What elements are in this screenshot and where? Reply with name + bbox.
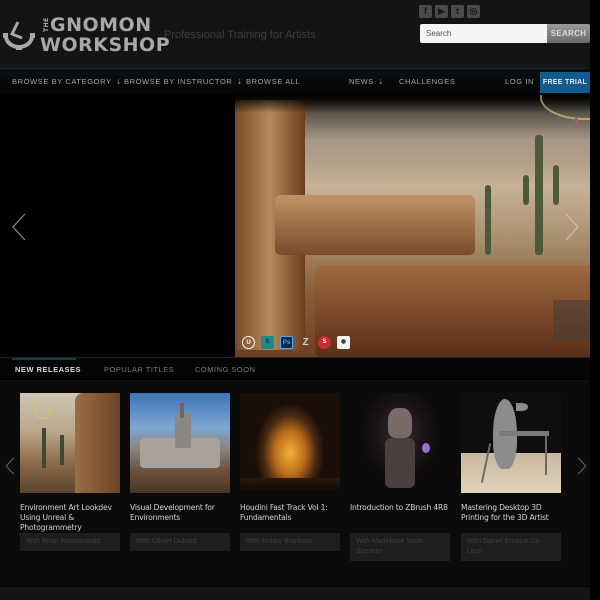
course-title[interactable]: Visual Development for Environments [130, 503, 230, 531]
dropdown-arrow-icon: ⇣ [236, 79, 243, 86]
hero-prev-button[interactable] [11, 212, 27, 242]
free-trial-button[interactable]: FREE TRIAL [540, 72, 590, 93]
course-card[interactable]: Introduction to ZBrush 4R8 With Madelein… [350, 393, 450, 561]
hero-next-backdrop [553, 300, 591, 340]
tab-new-releases[interactable]: NEW RELEASES [15, 365, 81, 374]
course-card[interactable]: Houdini Fast Track Vol 1: Fundamentals W… [240, 393, 340, 551]
dropdown-arrow-icon: ⇣ [377, 79, 385, 86]
course-author: With Olivier Dubard [130, 533, 230, 551]
carousel-prev-button[interactable] [5, 456, 21, 486]
nav-browse-all[interactable]: BROWSE ALL [246, 77, 300, 86]
gear-logo-icon [3, 21, 35, 50]
course-card[interactable]: Visual Development for Environments With… [130, 393, 230, 551]
page-scrollbar[interactable] [590, 0, 600, 600]
hero-cactus [553, 165, 559, 205]
youtube-icon[interactable]: ▶ [435, 5, 448, 18]
nav-news[interactable]: NEWS ⇣ [349, 77, 384, 86]
course-thumbnail[interactable] [20, 393, 120, 493]
course-thumbnail[interactable] [461, 393, 561, 493]
hero-cactus [485, 185, 491, 255]
zbrush-icon: Z [302, 337, 309, 348]
course-author: With Madeleine Scott-Spencer [350, 533, 450, 561]
course-title[interactable]: Mastering Desktop 3D Printing for the 3D… [461, 503, 561, 531]
tagline: Professional Training for Artists [164, 29, 316, 41]
main-nav: BROWSE BY CATEGORY ⇣ BROWSE BY INSTRUCTOR… [0, 68, 590, 94]
search-input[interactable] [420, 24, 547, 43]
hero-marker [575, 118, 578, 126]
release-tabs: NEW RELEASES POPULAR TITLES COMING SOON [0, 357, 590, 379]
chevron-left-icon [12, 213, 26, 241]
unreal-engine-icon: U [242, 336, 255, 349]
search-button[interactable]: SEARCH [547, 24, 590, 43]
instagram-icon[interactable]: ◎ [467, 5, 480, 18]
search-bar: SEARCH [420, 24, 590, 43]
social-links: f ▶ t ◎ [419, 5, 480, 18]
nav-challenges[interactable]: CHALLENGES [399, 77, 455, 86]
facebook-icon[interactable]: f [419, 5, 432, 18]
dropdown-arrow-icon: ⇣ [115, 79, 123, 86]
course-thumbnail[interactable] [130, 393, 230, 493]
photoshop-icon: Ps [280, 336, 293, 349]
course-thumbnail[interactable] [240, 393, 340, 493]
nav-login[interactable]: LOG IN [505, 77, 534, 86]
substance-painter-icon: S [318, 336, 331, 349]
hero-rock [275, 195, 475, 255]
course-author: With Robby Branham [240, 533, 340, 551]
logo-gnomon: GNOMON [50, 14, 152, 36]
course-carousel: Environment Art Lookdev Using Unreal & P… [0, 380, 590, 586]
nav-browse-by-category[interactable]: BROWSE BY CATEGORY ⇣ [12, 77, 122, 86]
hero-cactus [535, 135, 543, 255]
chevron-right-icon [577, 457, 587, 475]
logo-workshop: WORKSHOP [40, 34, 171, 56]
nav-label: NEWS [349, 77, 374, 86]
hero-cactus [523, 175, 529, 205]
course-title[interactable]: Environment Art Lookdev Using Unreal & P… [20, 503, 120, 532]
course-title[interactable]: Introduction to ZBrush 4R8 [350, 503, 450, 531]
course-title[interactable]: Houdini Fast Track Vol 1: Fundamentals [240, 503, 340, 531]
course-thumbnail[interactable] [350, 393, 450, 493]
hero-next-button[interactable] [564, 212, 580, 242]
nav-browse-by-instructor[interactable]: BROWSE BY INSTRUCTOR ⇣ [124, 77, 243, 86]
gnomon-logo[interactable]: THE GNOMON WORKSHOP [2, 14, 170, 56]
nav-label: BROWSE BY CATEGORY [12, 77, 112, 86]
hero-image[interactable] [235, 95, 600, 357]
site-header: THE GNOMON WORKSHOP Professional Trainin… [0, 0, 590, 68]
nav-label: BROWSE BY INSTRUCTOR [124, 77, 233, 86]
page: THE GNOMON WORKSHOP Professional Trainin… [0, 0, 600, 600]
chevron-right-icon [565, 213, 579, 241]
course-author: With Brian Recktenwald [20, 533, 120, 551]
twitter-icon[interactable]: t [451, 5, 464, 18]
course-card[interactable]: Environment Art Lookdev Using Unreal & P… [20, 393, 120, 551]
software-icons: U S Ps Z S ◉ [242, 336, 350, 349]
houdini-icon: ◉ [337, 336, 350, 349]
chevron-left-icon [5, 457, 15, 475]
tab-coming-soon[interactable]: COMING SOON [195, 365, 256, 374]
tab-popular-titles[interactable]: POPULAR TITLES [104, 365, 174, 374]
course-author: With Daniel Enrique De Leon [461, 533, 561, 561]
footer-bar [0, 587, 590, 600]
course-card[interactable]: Mastering Desktop 3D Printing for the 3D… [461, 393, 561, 561]
substance-designer-icon: S [261, 336, 274, 349]
hero-slider [0, 95, 600, 357]
active-tab-indicator [12, 358, 76, 360]
